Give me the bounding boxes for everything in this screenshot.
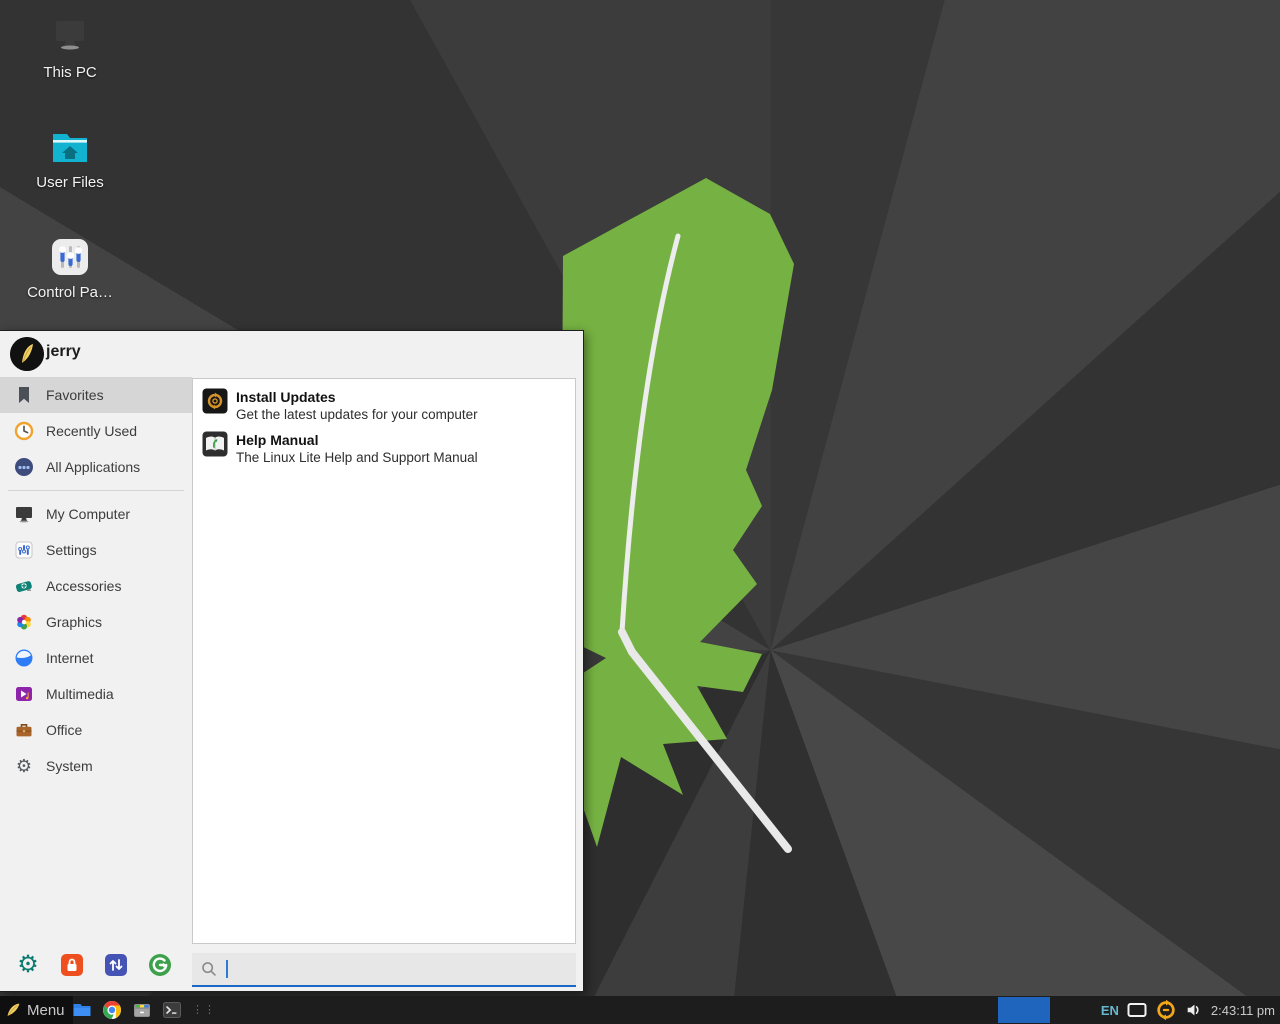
menu-button[interactable]: Menu — [0, 996, 73, 1024]
utility-knife-icon — [14, 576, 34, 596]
result-description: Get the latest updates for your computer — [236, 406, 478, 423]
color-flower-icon — [14, 612, 34, 632]
menu-category-multimedia[interactable]: Multimedia — [0, 676, 192, 712]
computer-icon — [48, 18, 92, 58]
power-circle-icon — [148, 953, 172, 977]
menu-sidebar: Favorites Recently Used All Applications… — [0, 377, 192, 991]
menu-item-label: Accessories — [46, 578, 121, 594]
menu-button-label: Menu — [27, 1002, 65, 1019]
desktop-icon-user-files[interactable]: User Files — [20, 128, 120, 224]
menu-category-accessories[interactable]: Accessories — [0, 568, 192, 604]
computer-icon — [14, 504, 34, 524]
teal-gear-wrench-icon: ⚙ — [17, 955, 39, 975]
workspace-switcher-active[interactable] — [998, 997, 1050, 1023]
menu-item-label: Favorites — [46, 387, 104, 403]
briefcase-icon — [14, 720, 34, 740]
menu-category-internet[interactable]: Internet — [0, 640, 192, 676]
menu-item-favorites[interactable]: Favorites — [0, 377, 192, 413]
gear-icon: ⚙ — [14, 756, 34, 776]
switch-user-button[interactable] — [104, 953, 128, 977]
menu-action-bar: ⚙ — [16, 953, 172, 977]
menu-item-label: Multimedia — [46, 686, 114, 702]
menu-header: jerry — [0, 331, 583, 377]
taskbar-launchers: ⋮⋮ — [72, 996, 216, 1024]
menu-item-label: My Computer — [46, 506, 130, 522]
keyboard-layout-indicator[interactable]: EN — [1101, 1003, 1119, 1018]
system-tray: EN 2:43:11 pm — [1101, 996, 1275, 1024]
sliders-icon — [14, 540, 34, 560]
menu-item-label: Internet — [46, 650, 93, 666]
desktop-icon-area: This PC User Files Control Pa… — [20, 18, 120, 348]
clock[interactable]: 2:43:11 pm — [1211, 1003, 1275, 1018]
menu-category-graphics[interactable]: Graphics — [0, 604, 192, 640]
up-down-arrows-icon — [104, 953, 128, 977]
chrome-browser-icon[interactable] — [102, 1000, 122, 1020]
search-icon — [200, 960, 218, 978]
result-title: Install Updates — [236, 388, 478, 406]
settings-manager-button[interactable]: ⚙ — [16, 953, 40, 977]
text-cursor — [226, 960, 228, 978]
control-panel-icon — [48, 238, 92, 278]
menu-category-my-computer[interactable]: My Computer — [0, 496, 192, 532]
result-description: The Linux Lite Help and Support Manual — [236, 449, 478, 466]
list-item-install-updates[interactable]: Install Updates Get the latest updates f… — [198, 385, 575, 426]
username: jerry — [46, 343, 81, 361]
clock-icon — [14, 421, 34, 441]
menu-category-system[interactable]: ⚙ System — [0, 748, 192, 784]
lock-icon — [60, 953, 84, 977]
search-input[interactable] — [192, 953, 576, 987]
whisker-menu: jerry Favorites Recently Used All Applic… — [0, 330, 584, 992]
list-item-help-manual[interactable]: Help Manual The Linux Lite Help and Supp… — [198, 428, 575, 469]
menu-item-label: Office — [46, 722, 82, 738]
globe-icon — [14, 648, 34, 668]
lock-screen-button[interactable] — [60, 953, 84, 977]
apps-grid-icon — [14, 457, 34, 477]
menu-item-label: Settings — [46, 542, 97, 558]
desktop-icon-label: Control Pa… — [20, 284, 120, 301]
media-play-icon — [14, 684, 34, 704]
folder-home-icon — [48, 128, 92, 168]
file-manager-icon[interactable] — [72, 1000, 92, 1020]
menu-item-label: System — [46, 758, 93, 774]
menu-item-recently-used[interactable]: Recently Used — [0, 413, 192, 449]
menu-item-label: All Applications — [46, 459, 140, 475]
terminal-icon[interactable] — [162, 1000, 182, 1020]
menu-results-list: Install Updates Get the latest updates f… — [192, 378, 576, 944]
menu-category-settings[interactable]: Settings — [0, 532, 192, 568]
sidebar-separator — [8, 490, 184, 491]
log-out-button[interactable] — [148, 953, 172, 977]
bookmark-icon — [14, 385, 34, 405]
updates-tray-icon[interactable] — [1155, 999, 1177, 1021]
desktop-icon-label: This PC — [20, 64, 120, 81]
volume-icon[interactable] — [1185, 1001, 1203, 1019]
archive-manager-icon[interactable] — [132, 1000, 152, 1020]
menu-item-label: Recently Used — [46, 423, 137, 439]
desktop-icon-this-pc[interactable]: This PC — [20, 18, 120, 114]
user-avatar[interactable] — [10, 337, 44, 371]
install-updates-icon — [202, 388, 228, 414]
desktop-icon-label: User Files — [20, 174, 120, 191]
panel-separator-handle[interactable]: ⋮⋮ — [192, 1006, 216, 1015]
linux-lite-feather-icon — [4, 1001, 22, 1019]
taskbar: Menu ⋮⋮ EN 2:43:11 pm — [0, 996, 1280, 1024]
menu-item-all-applications[interactable]: All Applications — [0, 449, 192, 485]
display-tray-icon[interactable] — [1127, 1001, 1147, 1019]
result-title: Help Manual — [236, 431, 478, 449]
desktop: This PC User Files Control Pa… jerry — [0, 0, 1280, 1024]
help-manual-icon — [202, 431, 228, 457]
menu-category-office[interactable]: Office — [0, 712, 192, 748]
desktop-icon-control-panel[interactable]: Control Pa… — [20, 238, 120, 334]
menu-item-label: Graphics — [46, 614, 102, 630]
